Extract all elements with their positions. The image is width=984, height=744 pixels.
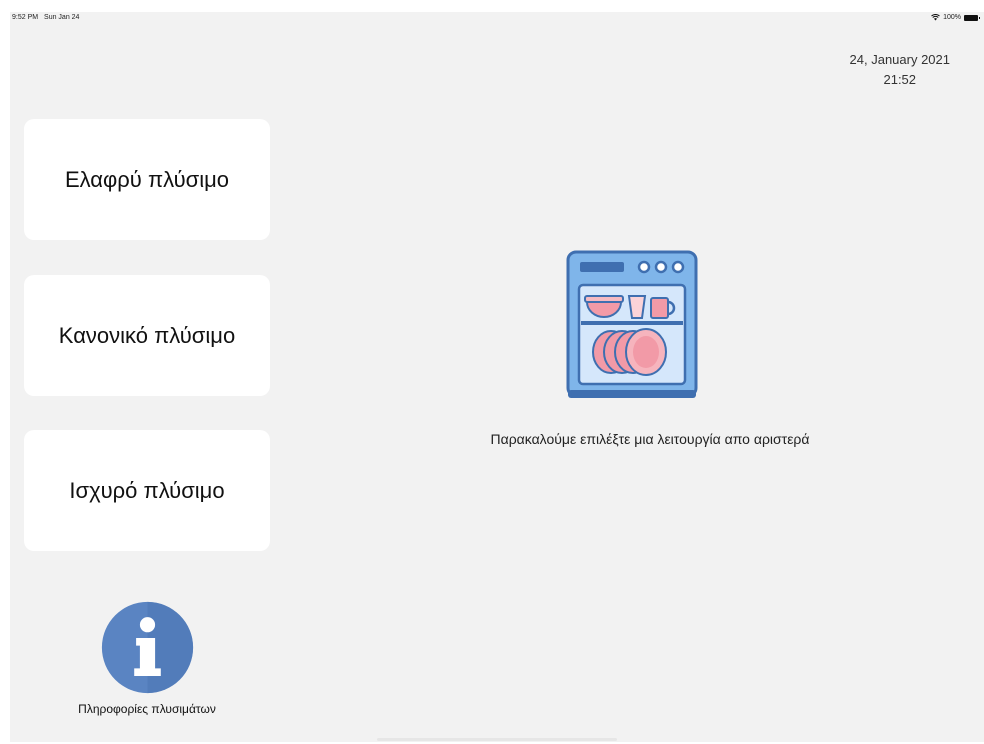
status-date: Sun Jan 24 bbox=[44, 14, 80, 21]
status-right: 100% bbox=[931, 14, 980, 21]
wifi-icon bbox=[931, 14, 940, 21]
status-left: 9:52 PM Sun Jan 24 bbox=[12, 14, 83, 21]
normal-wash-button[interactable]: Κανονικό πλύσιμο bbox=[24, 275, 270, 396]
status-bar: 9:52 PM Sun Jan 24 100% bbox=[10, 12, 984, 26]
app-screen: 9:52 PM Sun Jan 24 100% 24, January 2021… bbox=[10, 12, 984, 742]
info-label[interactable]: Πληροφορίες πλυσιμάτων bbox=[24, 702, 270, 716]
light-wash-button[interactable]: Ελαφρύ πλύσιμο bbox=[24, 119, 270, 240]
dishwasher-icon bbox=[566, 250, 698, 398]
strong-wash-button[interactable]: Ισχυρό πλύσιμο bbox=[24, 430, 270, 551]
current-date: 24, January 2021 bbox=[849, 52, 950, 67]
normal-wash-label: Κανονικό πλύσιμο bbox=[58, 322, 236, 348]
datetime-display: 24, January 2021 21:52 bbox=[850, 50, 950, 90]
strong-wash-label: Ισχυρό πλύσιμο bbox=[69, 477, 225, 503]
battery-percent: 100% bbox=[943, 14, 961, 21]
select-mode-prompt: Παρακαλούμε επιλέξτε μια λειτουργία απο … bbox=[490, 431, 810, 447]
status-time: 9:52 PM bbox=[12, 14, 39, 21]
home-indicator bbox=[377, 738, 617, 741]
current-time: 21:52 bbox=[883, 72, 917, 87]
light-wash-label: Ελαφρύ πλύσιμο bbox=[64, 166, 230, 192]
info-icon[interactable] bbox=[100, 600, 195, 695]
battery-icon bbox=[964, 14, 980, 21]
